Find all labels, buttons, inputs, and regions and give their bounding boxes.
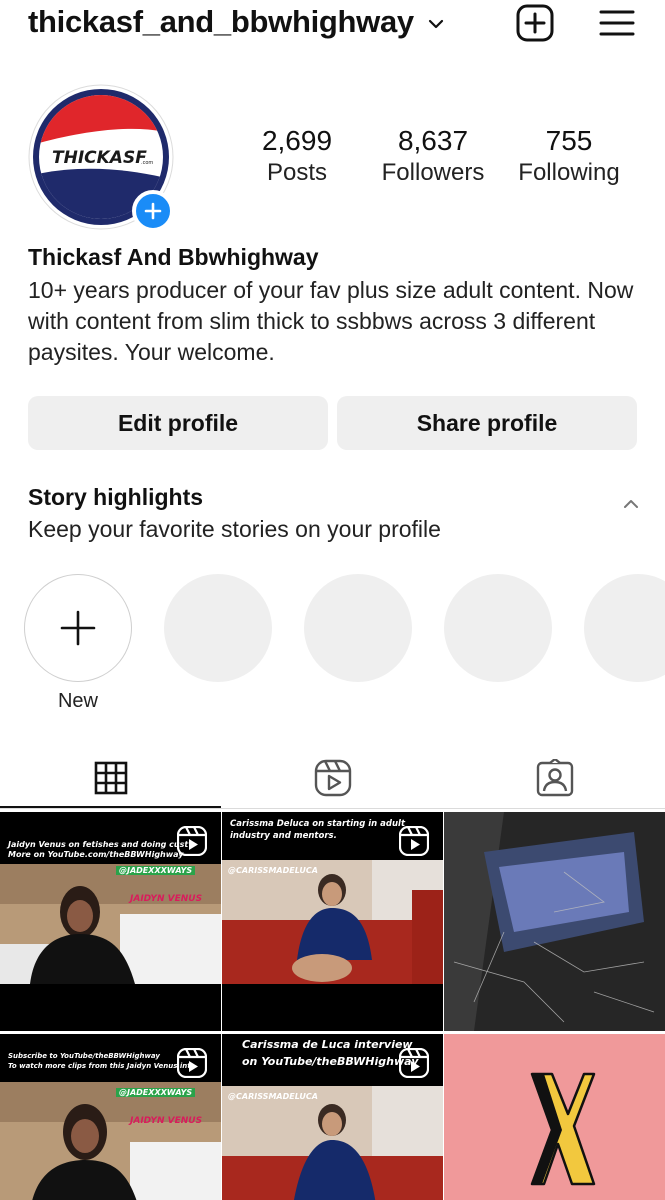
post-caption: Subscribe to YouTube/theBBWHighway: [8, 1052, 160, 1060]
highlight-placeholder: [304, 574, 412, 682]
posts-count: 2,699: [261, 125, 333, 156]
reel-icon: [177, 826, 207, 856]
active-tab-indicator: [0, 806, 221, 808]
followers-count: 8,637: [397, 125, 469, 156]
create-post-icon[interactable]: [516, 4, 554, 42]
edit-profile-button[interactable]: Edit profile: [28, 396, 328, 450]
share-profile-button[interactable]: Share profile: [337, 396, 637, 450]
top-bar: thickasf_and_bbwhighway: [0, 0, 665, 50]
post-caption-line2: To watch more clips from this Jaidyn Ven…: [8, 1062, 191, 1070]
avatar-brand-text: THICKASF: [52, 148, 147, 168]
chevron-up-icon[interactable]: [620, 495, 642, 513]
post-tile[interactable]: Subscribe to YouTube/theBBWHighway To wa…: [0, 1034, 221, 1200]
post-caption: Carissma Deluca on starting in adult ind…: [230, 819, 406, 841]
tagged-person-icon: [536, 759, 573, 797]
add-story-button[interactable]: [132, 190, 174, 232]
x-logo-icon: [444, 1034, 665, 1200]
post-thumbnail: [222, 860, 443, 984]
highlight-placeholder: [584, 574, 665, 682]
reel-icon: [177, 1048, 207, 1078]
tag-handle: @JADEXXXWAYS: [116, 1088, 196, 1097]
posts-stat[interactable]: 2,699 Posts: [227, 124, 367, 188]
post-tile[interactable]: Carissma Deluca on starting in adult ind…: [222, 812, 443, 1031]
reel-icon: [399, 1048, 429, 1078]
chevron-down-icon: [428, 19, 443, 29]
profile-full-name: Thickasf And Bbwhighway: [28, 244, 319, 270]
post-thumbnail: [0, 1082, 221, 1200]
hamburger-menu-icon[interactable]: [599, 8, 635, 38]
reels-icon: [314, 759, 351, 797]
post-tile[interactable]: Jaidyn Venus on fetishes and doing cust …: [0, 812, 221, 1031]
following-count: 755: [545, 125, 593, 156]
post-tile[interactable]: [444, 1034, 665, 1200]
highlight-placeholder: [444, 574, 552, 682]
tab-posts-grid[interactable]: [0, 746, 221, 810]
post-thumbnail: [444, 812, 665, 1031]
name-tag: JAIDYN VENUS: [130, 894, 203, 904]
followers-stat[interactable]: 8,637 Followers: [363, 124, 503, 188]
post-caption: Carissma de Luca interview on YouTube/th…: [242, 1038, 419, 1068]
followers-label: Followers: [381, 159, 485, 186]
highlights-subtitle: Keep your favorite stories on your profi…: [28, 516, 441, 542]
avatar-brand-suffix: .com: [141, 160, 153, 166]
post-caption: Jaidyn Venus on fetishes and doing cust: [8, 840, 189, 849]
post-thumbnail: [0, 864, 221, 984]
new-highlight-label: New: [57, 690, 98, 712]
following-label: Following: [518, 159, 620, 186]
tag-handle: @CARISSMADELUCA: [228, 1092, 318, 1101]
highlight-placeholder: [164, 574, 272, 682]
tag-handle: @JADEXXXWAYS: [116, 866, 196, 875]
post-thumbnail: [222, 1086, 443, 1200]
account-switcher[interactable]: thickasf_and_bbwhighway: [28, 4, 444, 40]
grid-icon: [94, 761, 127, 795]
tab-tagged[interactable]: [444, 746, 665, 810]
plus-icon: [60, 610, 96, 646]
name-tag: JAIDYN VENUS: [130, 1116, 203, 1126]
post-tile[interactable]: [444, 812, 665, 1031]
profile-bio: 10+ years producer of your fav plus size…: [28, 277, 634, 365]
tab-reels[interactable]: [222, 746, 443, 810]
new-highlight-button[interactable]: [24, 574, 132, 682]
post-caption-line2: More on YouTube.com/theBBWHighway: [8, 850, 184, 859]
following-stat[interactable]: 755 Following: [499, 124, 639, 188]
posts-label: Posts: [266, 159, 328, 186]
post-tile[interactable]: Carissma de Luca interview on YouTube/th…: [222, 1034, 443, 1200]
tag-handle: @CARISSMADELUCA: [228, 866, 318, 875]
username: thickasf_and_bbwhighway: [28, 4, 414, 39]
highlights-title: Story highlights: [28, 484, 204, 510]
plus-icon: [144, 202, 162, 220]
tab-divider: [0, 808, 665, 809]
reel-icon: [399, 826, 429, 856]
